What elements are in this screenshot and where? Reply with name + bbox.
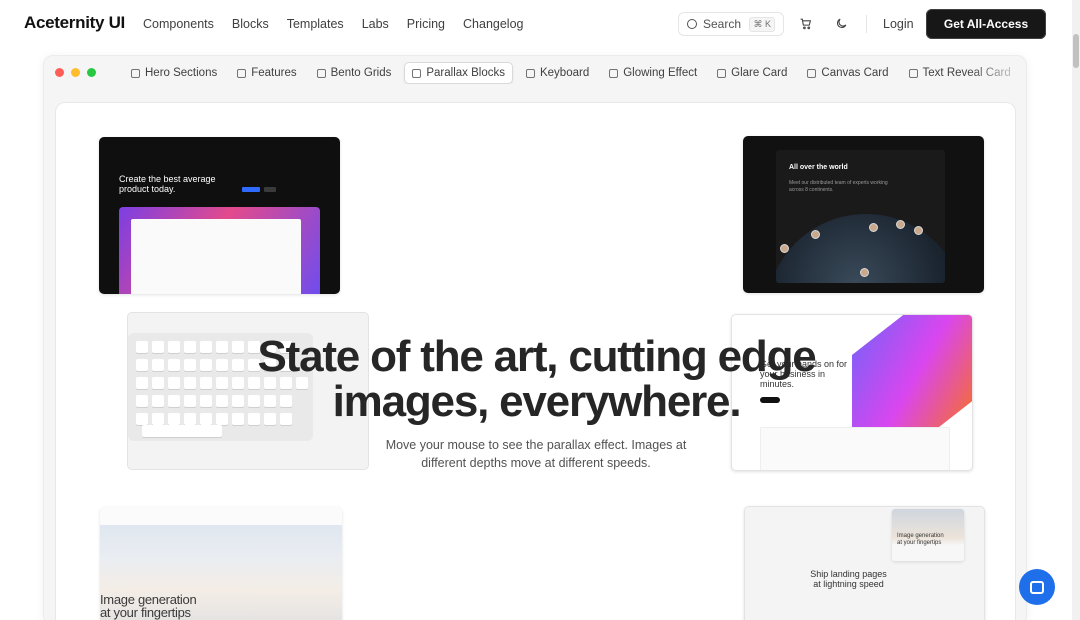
tab-label: Glare Card [731,67,788,79]
cart-icon[interactable] [798,16,812,30]
card-heading-line: Create the best average [119,174,216,184]
search-icon [687,19,697,29]
card-heading-line: at lightning speed [813,579,884,589]
tab-label: Glowing Effect [623,67,698,79]
top-nav: Aceternity UI Components Blocks Template… [0,0,1068,48]
login-link[interactable]: Login [883,17,914,31]
app-screenshot [760,427,950,470]
card-text: Meet our distributed team of experts wor… [789,180,888,193]
card-heading-line: at your fingertips [100,605,191,620]
parallax-image-card: Create the best average product today. [99,137,340,294]
page: Aceternity UI Components Blocks Template… [0,0,1080,620]
tab-label: Canvas Card [821,67,889,79]
avatar [860,268,869,277]
nav-link-templates[interactable]: Templates [287,17,344,31]
tab-features[interactable]: Features [230,62,303,84]
tab-label: Features [251,67,297,79]
card-heading: Create the best average product today. [119,174,216,194]
logo[interactable]: Aceternity UI [24,13,125,33]
mini-navbar [100,507,342,525]
search-label: Search [703,17,742,31]
nav-link-changelog[interactable]: Changelog [463,17,523,31]
avatar [896,220,905,229]
tab-keyboard[interactable]: Keyboard [519,62,596,84]
block-tabs: Hero Sections Features Bento Grids Paral… [124,62,1026,84]
mini-button [264,187,276,192]
tab-hero-sections[interactable]: Hero Sections [124,62,224,84]
parallax-image-card: All over the world Meet our distributed … [743,136,984,293]
card-heading-line: Ship landing pages [810,569,887,579]
parallax-image-card: Image generation at your fingertips [100,507,342,620]
keyboard-icon [525,68,535,78]
mini-button [242,187,260,192]
parallax-image-card: Image generation at your fingertips Ship … [744,506,985,620]
hero-icon [131,68,140,78]
tab-glare-card[interactable]: Glare Card [710,62,794,84]
caption-line: Image generation [897,533,944,539]
maximize-dot[interactable] [87,68,96,77]
hero-title-line: images, everywhere. [332,377,742,426]
nav-link-pricing[interactable]: Pricing [407,17,445,31]
parallax-icon [412,68,422,78]
tab-label: Parallax Blocks [426,67,505,79]
caption-line: at your fingertips [897,540,942,546]
avatar [780,244,789,253]
get-all-access-button[interactable]: Get All-Access [926,9,1046,39]
image-caption: Image generation at your fingertips [897,533,944,547]
tabs-fade [968,62,1026,84]
avatar [869,223,878,232]
tab-label: Hero Sections [145,67,218,79]
tab-glowing-effect[interactable]: Glowing Effect [602,62,704,84]
nav-link-components[interactable]: Components [143,17,214,31]
moon-icon[interactable] [834,16,848,30]
search-button[interactable]: Search ⌘ K [678,12,784,36]
hero-title-line: State of the art, cutting edge [257,332,816,381]
tab-bento-grids[interactable]: Bento Grids [310,62,399,84]
tab-label: Keyboard [539,67,590,79]
nav-link-labs[interactable]: Labs [362,17,389,31]
features-icon [237,68,247,78]
card-heading: Ship landing pages at lightning speed [801,569,896,589]
glow-icon [609,68,619,78]
nav-divider [866,15,867,33]
close-dot[interactable] [55,68,64,77]
browser-frame: Hero Sections Features Bento Grids Paral… [43,55,1027,620]
avatar [914,226,923,235]
globe-panel: All over the world Meet our distributed … [776,150,945,283]
card-heading: Image generation at your fingertips [100,593,197,620]
scrollbar-thumb[interactable] [1073,34,1079,68]
canvas-icon [807,68,817,78]
nav-links: Components Blocks Templates Labs Pricing… [143,17,541,31]
keyboard-key [142,425,222,437]
chat-launcher-button[interactable] [1019,569,1055,605]
tab-label: Bento Grids [330,67,392,79]
text-reveal-icon [908,68,918,78]
window-controls [55,68,96,77]
app-screenshot-inner [131,219,301,294]
hero-subtitle: Move your mouse to see the parallax effe… [385,438,687,470]
card-title: All over the world [789,164,848,171]
nav-link-blocks[interactable]: Blocks [232,17,269,31]
glare-icon [717,68,727,78]
image-preview: Image generation at your fingertips [892,509,964,561]
hero-title: State of the art, cutting edge images, ev… [56,332,1015,426]
avatar [811,230,820,239]
bento-icon [316,68,326,78]
tab-canvas-card[interactable]: Canvas Card [800,62,895,84]
chat-icon [1030,580,1044,594]
page-scrollbar[interactable] [1072,0,1080,620]
search-shortcut: ⌘ K [749,17,775,32]
parallax-preview[interactable]: Create the best average product today. Al… [55,102,1016,620]
card-heading-line: product today. [119,184,176,194]
tab-parallax-blocks[interactable]: Parallax Blocks [404,62,513,84]
minimize-dot[interactable] [71,68,80,77]
app-screenshot [119,207,320,294]
